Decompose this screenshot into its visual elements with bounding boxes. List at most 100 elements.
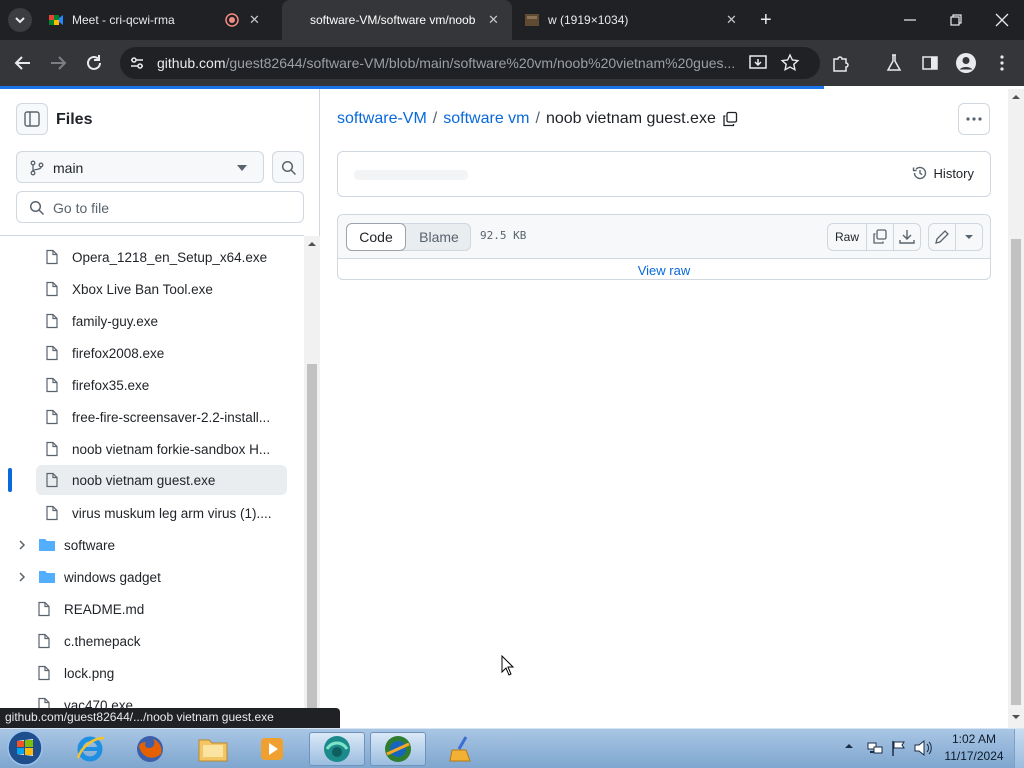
branch-selector[interactable]: main xyxy=(16,151,264,183)
file-tree-item[interactable]: lock.png xyxy=(36,658,288,688)
media-player-icon xyxy=(261,738,283,760)
edit-options-button[interactable] xyxy=(955,223,983,251)
raw-button[interactable]: Raw xyxy=(827,223,867,251)
show-desktop-button[interactable] xyxy=(1014,729,1024,768)
page-scrollbar[interactable] xyxy=(1008,89,1024,728)
flag-icon xyxy=(892,741,905,756)
image-tab-icon xyxy=(525,14,539,26)
forward-button[interactable] xyxy=(47,52,69,74)
taskbar-explorer[interactable] xyxy=(185,732,241,766)
file-tree-item[interactable]: Xbox Live Ban Tool.exe xyxy=(44,274,288,304)
bookmark-button[interactable] xyxy=(780,53,800,73)
restore-button[interactable] xyxy=(944,8,968,32)
file-tree-item[interactable]: Opera_1218_en_Setup_x64.exe xyxy=(44,242,288,272)
file-tree-item[interactable]: c.themepack xyxy=(36,626,288,656)
file-tree-item[interactable]: family-guy.exe xyxy=(44,306,288,336)
scroll-up-icon[interactable] xyxy=(304,236,320,252)
file-tree-item[interactable]: noob vietnam forkie-sandbox H... xyxy=(44,434,288,464)
clock[interactable]: 1:02 AM 11/17/2024 xyxy=(938,731,1010,767)
close-tab-icon[interactable]: ✕ xyxy=(488,12,499,28)
minimize-icon xyxy=(904,19,916,21)
start-button[interactable] xyxy=(4,729,46,767)
side-panel-button[interactable] xyxy=(920,53,940,73)
selected-item-indicator xyxy=(8,468,12,492)
labs-button[interactable] xyxy=(884,53,904,73)
view-raw-link[interactable]: View raw xyxy=(338,263,990,278)
taskbar-internet-explorer[interactable] xyxy=(62,732,118,766)
volume-tray-icon[interactable] xyxy=(913,739,933,757)
action-center-tray-icon[interactable] xyxy=(890,739,908,757)
google-meet-icon xyxy=(49,15,63,25)
code-tab[interactable]: Code xyxy=(346,223,406,251)
site-info-icon[interactable] xyxy=(128,54,146,72)
breadcrumb-folder-link[interactable]: software vm xyxy=(443,110,529,128)
extensions-button[interactable] xyxy=(830,53,850,73)
link-status-bubble: github.com/guest82644/.../noob vietnam g… xyxy=(0,708,340,728)
blame-tab-label: Blame xyxy=(419,229,459,245)
network-tray-icon[interactable] xyxy=(866,739,884,757)
taskbar-firefox[interactable] xyxy=(122,732,178,766)
file-icon xyxy=(46,281,58,297)
close-window-button[interactable] xyxy=(990,8,1014,32)
blame-tab[interactable]: Blame xyxy=(408,223,470,251)
more-vertical-icon xyxy=(1000,55,1004,71)
tab-title: software-VM/software vm/noob vietnam gue… xyxy=(310,13,476,27)
pencil-icon xyxy=(935,230,949,244)
file-tree-item[interactable]: README.md xyxy=(36,594,288,624)
browser-menu-button[interactable] xyxy=(992,53,1012,73)
internet-explorer-icon xyxy=(76,736,105,762)
go-to-file-input[interactable]: Go to file xyxy=(16,191,304,223)
scroll-down-icon[interactable] xyxy=(1008,709,1024,725)
copy-path-icon[interactable] xyxy=(722,111,738,127)
folder-tree-item[interactable]: software xyxy=(16,530,288,560)
sidebar-scroll-thumb[interactable] xyxy=(307,364,317,712)
tab-github[interactable]: software-VM/software vm/noob vietnam gue… xyxy=(282,0,512,40)
clock-time: 1:02 AM xyxy=(951,732,997,746)
minimize-button[interactable] xyxy=(898,8,922,32)
sidebar-scrollbar[interactable] xyxy=(304,236,320,728)
profile-avatar[interactable] xyxy=(955,52,977,74)
url-text[interactable]: github.com/guest82644/software-VM/blob/m… xyxy=(157,55,745,71)
edit-file-button[interactable] xyxy=(928,223,956,251)
file-tree-label: firefox2008.exe xyxy=(72,345,165,361)
back-button[interactable] xyxy=(12,52,34,74)
taskbar-media-player[interactable] xyxy=(244,732,300,766)
commit-loading-placeholder xyxy=(354,170,468,180)
close-tab-icon[interactable]: ✕ xyxy=(249,12,260,28)
folder-tree-item[interactable]: windows gadget xyxy=(16,562,288,592)
download-button[interactable] xyxy=(893,223,921,251)
reload-button[interactable] xyxy=(83,52,105,74)
file-icon xyxy=(46,409,58,425)
file-size: 92.5 KB xyxy=(480,229,527,242)
new-tab-button[interactable]: + xyxy=(760,10,772,30)
show-hidden-icons-button[interactable] xyxy=(843,740,855,752)
copy-raw-button[interactable] xyxy=(866,223,894,251)
file-icon xyxy=(46,345,58,361)
tab-image[interactable]: w (1919×1034) ✕ xyxy=(518,0,750,40)
raw-label: Raw xyxy=(834,230,859,244)
file-tree-item-selected[interactable]: noob vietnam guest.exe xyxy=(44,465,288,495)
tab-search-button[interactable] xyxy=(8,8,32,32)
page-scroll-thumb[interactable] xyxy=(1011,239,1021,705)
more-options-button[interactable] xyxy=(958,103,990,135)
taskbar-pinned-app[interactable] xyxy=(309,732,365,766)
breadcrumb-separator: / xyxy=(432,110,438,127)
breadcrumb-repo-link[interactable]: software-VM xyxy=(337,110,427,128)
scroll-up-icon[interactable] xyxy=(1008,89,1024,105)
file-tree-item[interactable]: free-fire-screensaver-2.2-install... xyxy=(44,402,288,432)
branch-name: main xyxy=(53,160,84,176)
taskbar-cleaner[interactable] xyxy=(433,732,489,766)
app-globe-icon xyxy=(324,736,350,762)
file-tree-item[interactable]: firefox35.exe xyxy=(44,370,288,400)
install-app-button[interactable] xyxy=(748,53,768,73)
file-tree-item[interactable]: firefox2008.exe xyxy=(44,338,288,368)
search-files-button[interactable] xyxy=(272,151,304,183)
file-icon xyxy=(46,472,58,488)
tab-meet[interactable]: Meet - cri-qcwi-rma ✕ xyxy=(42,0,274,40)
file-tree-item[interactable]: virus muskum leg arm virus (1).... xyxy=(44,498,288,528)
history-button[interactable]: History xyxy=(912,165,974,181)
breadcrumb-file-name: noob vietnam guest.exe xyxy=(545,110,716,127)
taskbar-chrome[interactable] xyxy=(370,732,426,766)
collapse-sidebar-button[interactable] xyxy=(16,103,48,135)
close-tab-icon[interactable]: ✕ xyxy=(726,12,737,28)
